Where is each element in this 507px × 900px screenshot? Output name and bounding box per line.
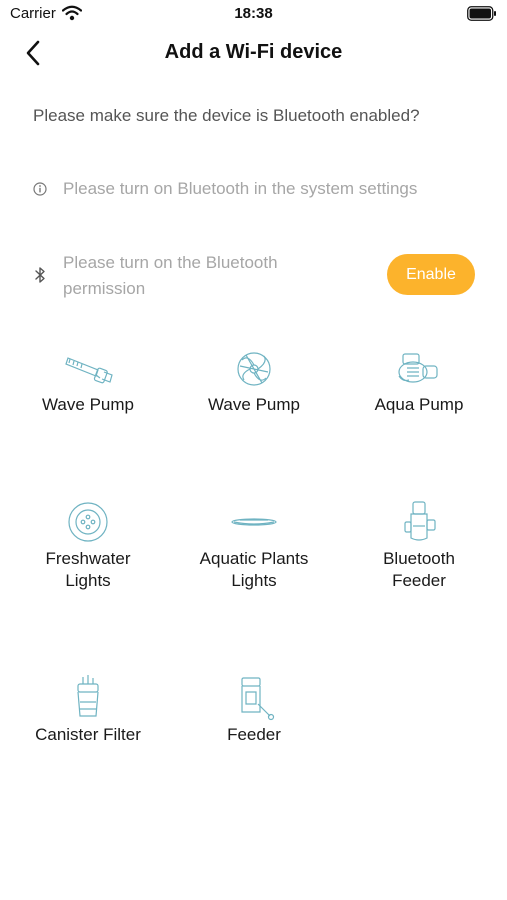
round-light-icon [68, 502, 108, 542]
system-settings-hint: Please turn on Bluetooth in the system s… [33, 179, 417, 199]
device-freshwater-lights[interactable]: Freshwater Lights [13, 496, 163, 592]
nav-bar: Add a Wi-Fi device [0, 32, 507, 74]
clock: 18:38 [234, 5, 273, 22]
battery-icon [467, 6, 496, 21]
back-button[interactable] [18, 36, 48, 70]
canister-filter-icon [77, 675, 99, 717]
bluetooth-feeder-icon [404, 501, 436, 541]
device-label: Bluetooth [383, 549, 455, 568]
info-icon [33, 182, 47, 196]
aqua-pump-icon [398, 353, 438, 383]
bluetooth-permission-row: Please turn on the Bluetooth permission … [33, 250, 475, 300]
device-label-2: Lights [65, 571, 111, 590]
device-label: Freshwater [45, 549, 131, 568]
device-label: Wave Pump [208, 395, 300, 414]
device-label: Aqua Pump [374, 395, 464, 414]
bluetooth-permission-line-1: Please turn on the Bluetooth [63, 253, 278, 272]
device-feeder[interactable]: Feeder [179, 672, 329, 746]
feeder-icon [241, 677, 275, 721]
bluetooth-icon [35, 267, 45, 283]
device-label: Aquatic Plants [199, 549, 309, 568]
flat-light-icon [231, 518, 277, 526]
device-canister-filter[interactable]: Canister Filter [13, 672, 163, 746]
propeller-pump-icon [237, 352, 271, 386]
device-aquatic-plants-lights[interactable]: Aquatic Plants Lights [179, 496, 329, 592]
bluetooth-question: Please make sure the device is Bluetooth… [33, 106, 420, 125]
device-wave-pump[interactable]: Wave Pump [13, 342, 163, 416]
chevron-left-icon [26, 40, 40, 66]
device-label: Wave Pump [42, 395, 134, 414]
page-title: Add a Wi-Fi device [164, 41, 343, 63]
device-label-2: Feeder [392, 571, 446, 590]
device-label: Canister Filter [35, 725, 141, 744]
bluetooth-permission-text: Please turn on the Bluetooth permission [63, 250, 343, 302]
device-label-2: Lights [231, 571, 277, 590]
enable-button[interactable]: Enable [387, 254, 475, 295]
bluetooth-permission-line-2: permission [63, 279, 146, 298]
status-bar: Carrier 18:38 [0, 0, 507, 28]
device-aqua-pump[interactable]: Aqua Pump [344, 342, 494, 416]
device-wave-pump-round[interactable]: Wave Pump [179, 342, 329, 416]
wave-pump-icon [65, 357, 113, 384]
device-label: Feeder [227, 725, 281, 744]
device-bluetooth-feeder[interactable]: Bluetooth Feeder [344, 496, 494, 592]
system-settings-hint-text: Please turn on Bluetooth in the system s… [63, 179, 418, 198]
